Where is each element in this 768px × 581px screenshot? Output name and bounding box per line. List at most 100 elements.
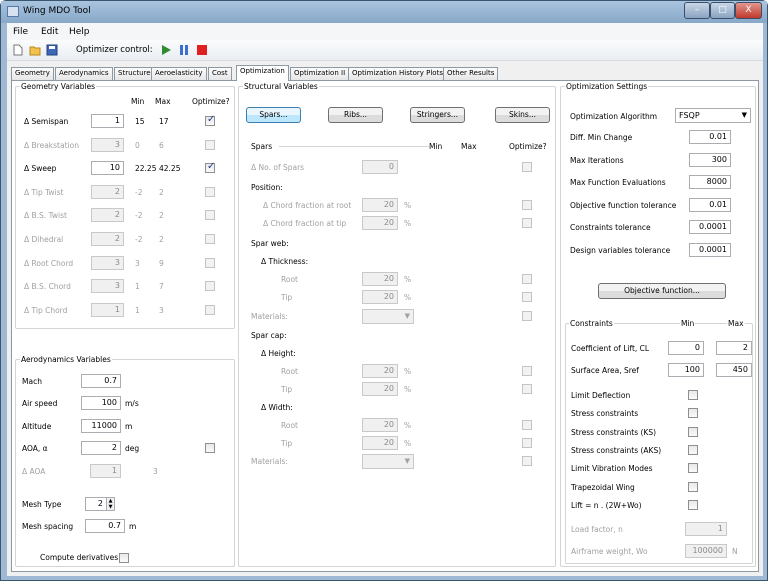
ribs-button[interactable]: Ribs... (328, 107, 383, 123)
stringers-button[interactable]: Stringers... (410, 107, 465, 123)
web-materials-dropdown[interactable]: ▼ (362, 309, 414, 324)
geo-row-3-value-field[interactable]: 2 (91, 184, 124, 199)
constraint-checkbox[interactable] (688, 408, 698, 419)
no-spars-optimize-checkbox[interactable] (522, 162, 532, 172)
tab-geometry[interactable]: Geometry (11, 67, 54, 80)
cl-min-field[interactable]: 0 (668, 341, 704, 355)
cap-width-root-field[interactable]: 20 (362, 418, 398, 432)
pct-unit: % (404, 439, 412, 448)
cap-width-tip-field[interactable]: 20 (362, 436, 398, 450)
geo-row-2-value-field[interactable]: 10 (91, 161, 124, 176)
setting-field[interactable]: 8000 (689, 175, 731, 190)
mesh-spacing-field[interactable]: 0.7 (85, 519, 125, 533)
tab-optimization[interactable]: Optimization (236, 65, 289, 81)
geo-row-5-optimize-checkbox[interactable] (205, 234, 215, 244)
chord-root-optimize-checkbox[interactable] (522, 200, 532, 210)
aoa-optimize-checkbox[interactable] (205, 443, 215, 453)
cap-height-tip-field[interactable]: 20 (362, 382, 398, 396)
constraint-checkbox[interactable] (688, 444, 698, 455)
setting-field[interactable]: 0.01 (689, 130, 731, 144)
geo-row-4-optimize-checkbox[interactable] (205, 210, 215, 221)
sref-max-field[interactable]: 450 (716, 363, 752, 377)
constraint-checkbox[interactable] (688, 463, 698, 474)
geo-row-8-max: 3 (159, 305, 164, 315)
chord-tip-optimize-checkbox[interactable] (522, 218, 532, 228)
tab-other-results[interactable]: Other Results (443, 67, 499, 80)
chord-root-field[interactable]: 20 (362, 198, 398, 212)
geo-row-4-value-field[interactable]: 2 (91, 208, 124, 223)
algorithm-dropdown[interactable]: FSQP ▼ (675, 108, 751, 123)
cap-height-root-field[interactable]: 20 (362, 364, 398, 378)
geo-row-8-optimize-checkbox[interactable] (205, 304, 215, 315)
cap-materials-optimize-checkbox[interactable] (522, 456, 532, 466)
setting-label: Design variables tolerance (570, 246, 671, 255)
geo-row-0-optimize-checkbox[interactable]: ✓ (205, 114, 215, 126)
spars-button[interactable]: Spars... (246, 107, 301, 123)
cap-width-root-optimize-checkbox[interactable] (522, 420, 532, 430)
web-tip-field[interactable]: 20 (362, 290, 398, 304)
geo-row-6-optimize-checkbox[interactable] (205, 257, 215, 268)
tab-optimization-ii[interactable]: Optimization II (290, 67, 350, 80)
constraint-checkbox[interactable] (688, 426, 698, 437)
compute-derivatives-checkbox[interactable] (119, 553, 129, 563)
setting-field[interactable]: 0.0001 (689, 220, 731, 235)
geo-row-5-value-field[interactable]: 2 (91, 232, 124, 246)
web-tip-optimize-checkbox[interactable] (522, 292, 532, 302)
objective-function-button[interactable]: Objective function... (598, 283, 726, 299)
menu-help[interactable]: Help (69, 27, 90, 37)
pause-icon[interactable] (178, 44, 190, 56)
menu-edit[interactable]: Edit (41, 27, 58, 37)
cap-height-tip-optimize-checkbox[interactable] (522, 384, 532, 394)
setting-field[interactable]: 0.01 (689, 197, 731, 212)
web-root-optimize-checkbox[interactable] (522, 274, 532, 284)
setting-field[interactable]: 300 (689, 152, 731, 167)
geo-row-8-value-field[interactable]: 1 (91, 302, 124, 317)
aoa-field[interactable]: 2 (81, 441, 121, 455)
cap-height-root-optimize-checkbox[interactable] (522, 366, 532, 376)
tab-cost[interactable]: Cost (208, 67, 232, 80)
new-file-icon[interactable] (12, 44, 24, 56)
setting-field[interactable]: 0.0001 (689, 243, 731, 257)
delta-aoa-field[interactable]: 1 (90, 464, 121, 478)
geo-row-6-value-field[interactable]: 3 (91, 255, 124, 270)
minimize-button[interactable]: – (684, 2, 710, 19)
maximize-button[interactable]: □ (710, 2, 735, 19)
tab-optimization-history-plots[interactable]: Optimization History Plots (348, 67, 447, 80)
tab-structure[interactable]: Structure (114, 67, 155, 80)
cap-materials-dropdown[interactable]: ▼ (362, 454, 414, 469)
geo-row-2-optimize-checkbox[interactable]: ✓ (205, 161, 215, 174)
tab-aeroelasticity[interactable]: Aeroelasticity (151, 67, 207, 80)
menu-file[interactable]: File (13, 27, 28, 37)
geo-row-3-optimize-checkbox[interactable] (205, 186, 215, 197)
tab-aerodynamics[interactable]: Aerodynamics (55, 67, 113, 80)
constraint-checkbox[interactable] (688, 499, 698, 510)
mesh-type-spinner[interactable]: ▲ ▼ (107, 497, 115, 511)
geo-row-7-value-field[interactable]: 3 (91, 279, 124, 294)
geo-row-1-optimize-checkbox[interactable] (205, 139, 215, 150)
airframe-weight-label: Airframe weight, Wo (571, 547, 648, 556)
load-factor-field[interactable]: 1 (685, 522, 727, 536)
sref-min-field[interactable]: 100 (668, 363, 704, 377)
geo-row-7-optimize-checkbox[interactable] (205, 281, 215, 292)
web-root-field[interactable]: 20 (362, 272, 398, 286)
stop-icon[interactable] (196, 44, 208, 56)
mesh-type-field[interactable]: 2 (85, 497, 107, 511)
altitude-field[interactable]: 11000 (81, 419, 121, 433)
open-folder-icon[interactable] (29, 44, 41, 56)
airspeed-field[interactable]: 100 (81, 396, 121, 410)
constraint-checkbox[interactable] (688, 390, 698, 400)
cl-max-field[interactable]: 2 (716, 341, 752, 355)
constraint-checkbox[interactable] (688, 481, 698, 492)
skins-button[interactable]: Skins... (495, 107, 550, 123)
chord-tip-field[interactable]: 20 (362, 216, 398, 230)
play-icon[interactable] (160, 44, 172, 56)
close-button[interactable]: X (735, 2, 762, 19)
cap-width-tip-optimize-checkbox[interactable] (522, 438, 532, 448)
geo-row-0-value-field[interactable]: 1 (91, 114, 124, 128)
mach-field[interactable]: 0.7 (81, 374, 121, 388)
web-materials-optimize-checkbox[interactable] (522, 311, 532, 321)
save-icon[interactable] (46, 44, 58, 56)
geo-row-1-value-field[interactable]: 3 (91, 137, 124, 152)
no-spars-field[interactable]: 0 (362, 160, 398, 174)
airframe-weight-field[interactable]: 100000 (685, 544, 727, 558)
